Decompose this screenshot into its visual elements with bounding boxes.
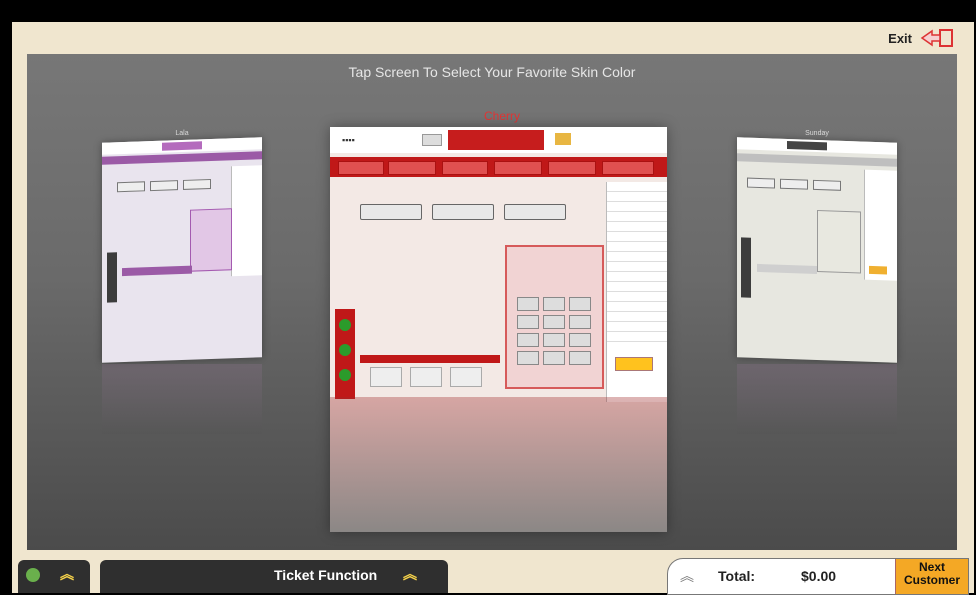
- skin-reflection-sunday: [737, 364, 897, 434]
- app-frame: Exit Tap Screen To Select Your Favorite …: [12, 22, 974, 595]
- skin-name-lala: Lala: [175, 130, 189, 137]
- cherry-preview-status-box: [448, 130, 544, 150]
- total-value: $0.00: [801, 568, 837, 584]
- select-skin-prompt: Tap Screen To Select Your Favorite Skin …: [348, 64, 636, 80]
- skin-selector-stage: Tap Screen To Select Your Favorite Skin …: [27, 54, 957, 550]
- cherry-preview-reflection: [330, 397, 667, 532]
- cherry-preview-tabs: [330, 157, 667, 177]
- skin-name-sunday: Sunday: [805, 130, 829, 137]
- chevron-up-icon: ︽: [403, 566, 417, 582]
- ticket-function-button[interactable]: Ticket Function ︽: [100, 560, 448, 593]
- next-customer-label: Next Customer: [903, 560, 960, 587]
- total-label: Total:: [718, 568, 756, 584]
- total-panel: ︽ Total: $0.00 Next Customer: [667, 558, 969, 595]
- skin-card-sunday[interactable]: [737, 137, 897, 363]
- cherry-preview-logo: ▪▪▪▪: [342, 135, 355, 145]
- skin-card-cherry[interactable]: ▪▪▪▪: [330, 127, 667, 532]
- exit-label: Exit: [888, 30, 912, 46]
- cherry-preview-send-button: [615, 357, 653, 371]
- cherry-preview-keypad: [505, 245, 604, 389]
- skin-name-cherry: Cherry: [483, 109, 520, 123]
- next-customer-button[interactable]: Next Customer: [895, 559, 968, 594]
- cherry-preview-bar: [360, 355, 500, 363]
- exit-button[interactable]: Exit: [888, 28, 954, 48]
- exit-arrow-icon: [920, 29, 953, 47]
- chevron-up-icon: ︽: [60, 566, 74, 582]
- skin-reflection-lala: [102, 364, 262, 434]
- home-menu-button[interactable]: ︽: [18, 560, 90, 593]
- bottom-bar: ︽ Ticket Function ︽ ︽ Total: $0.00 Next …: [12, 550, 974, 595]
- cherry-preview-header: ▪▪▪▪: [330, 127, 667, 153]
- home-orb-icon: [26, 568, 40, 582]
- cherry-preview-sidebar: [335, 309, 355, 399]
- chevron-up-icon[interactable]: ︽: [680, 566, 694, 586]
- ticket-function-label: Ticket Function: [274, 567, 378, 583]
- skin-card-lala[interactable]: [102, 137, 262, 363]
- top-bar: Exit: [12, 22, 974, 54]
